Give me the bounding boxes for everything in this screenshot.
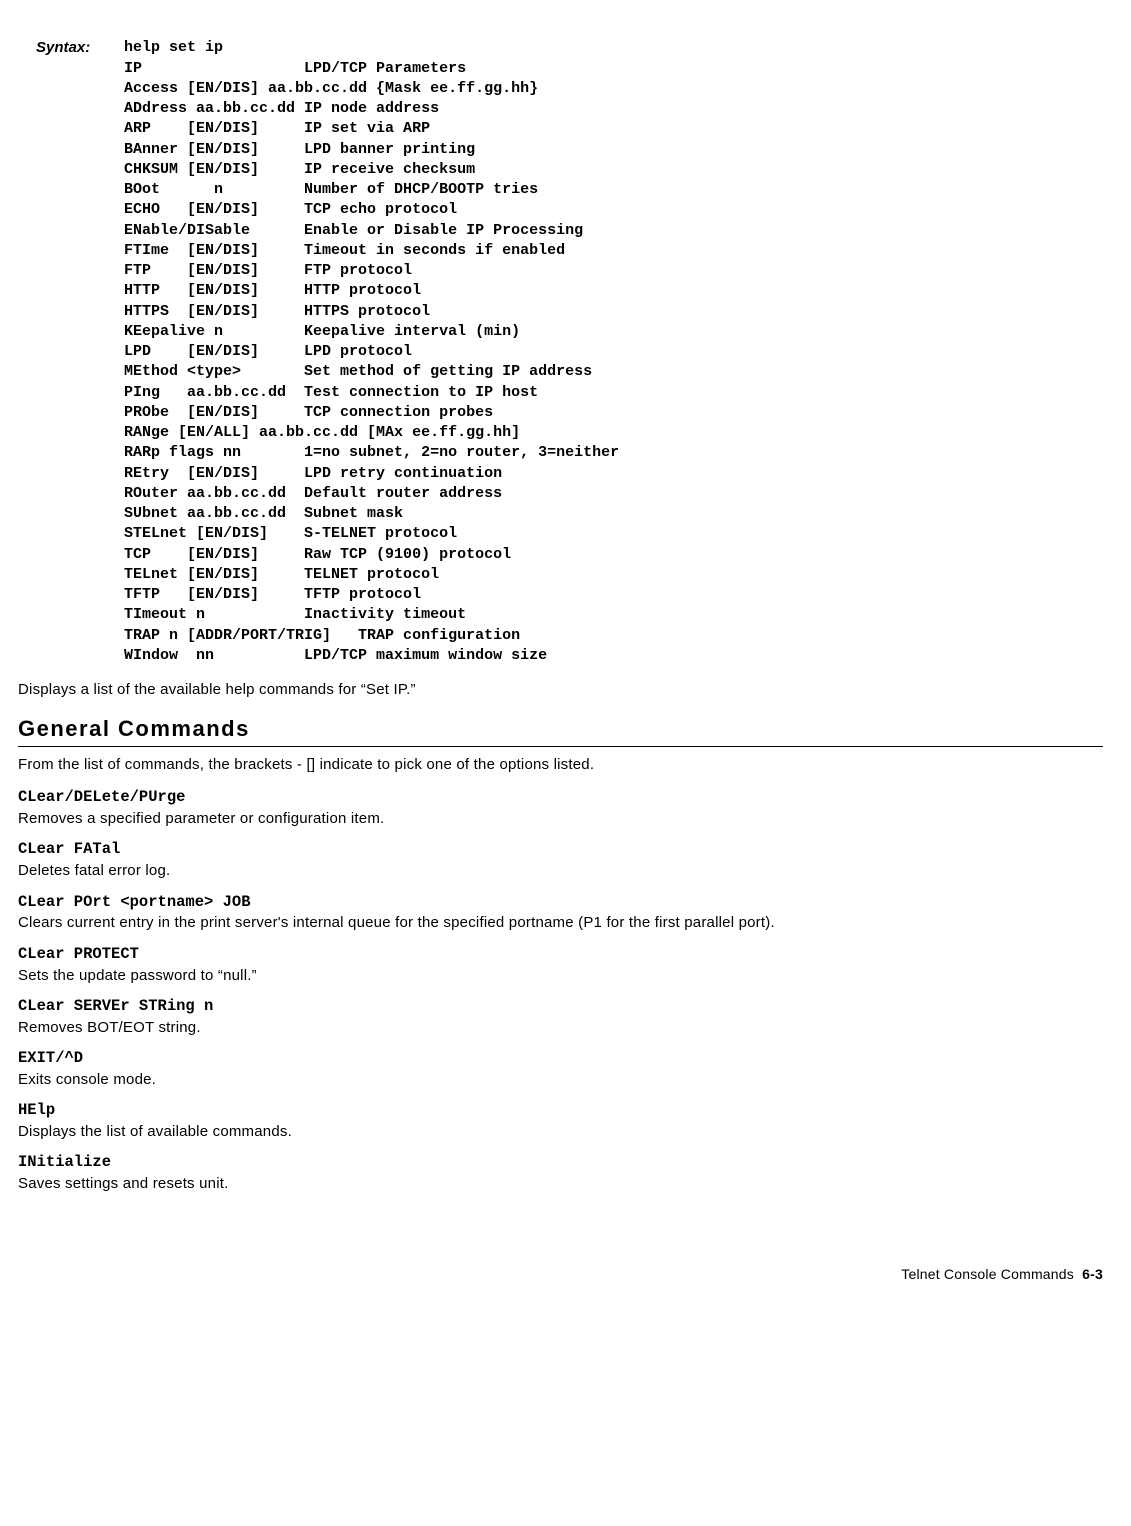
syntax-line: KEepalive n Keepalive interval (min) [124, 323, 520, 340]
syntax-line: TCP [EN/DIS] Raw TCP (9100) protocol [124, 546, 511, 563]
command-entry: CLear SERVEr STRing n Removes BOT/EOT st… [18, 996, 1103, 1038]
command-entry: INitialize Saves settings and resets uni… [18, 1152, 1103, 1194]
syntax-line: TFTP [EN/DIS] TFTP protocol [124, 586, 421, 603]
syntax-note: Displays a list of the available help co… [18, 680, 1103, 700]
section-heading-general-commands: General Commands [18, 714, 1103, 747]
command-name: CLear PROTECT [18, 944, 1103, 965]
syntax-line: ENable/DISable Enable or Disable IP Proc… [124, 222, 583, 239]
syntax-line: RARp flags nn 1=no subnet, 2=no router, … [124, 444, 619, 461]
syntax-line: TRAP n [ADDR/PORT/TRIG] TRAP configurati… [124, 627, 520, 644]
syntax-line: BOot n Number of DHCP/BOOTP tries [124, 181, 538, 198]
syntax-line: TImeout n Inactivity timeout [124, 606, 466, 623]
syntax-line: PRObe [EN/DIS] TCP connection probes [124, 404, 493, 421]
syntax-line: Access [EN/DIS] aa.bb.cc.dd {Mask ee.ff.… [124, 80, 538, 97]
syntax-line: IP LPD/TCP Parameters [124, 60, 466, 77]
syntax-line: FTP [EN/DIS] FTP protocol [124, 262, 412, 279]
command-entry: CLear POrt <portname> JOB Clears current… [18, 892, 1103, 934]
syntax-line: TELnet [EN/DIS] TELNET protocol [124, 566, 439, 583]
command-desc: Saves settings and resets unit. [18, 1174, 1103, 1194]
syntax-line: HTTPS [EN/DIS] HTTPS protocol [124, 303, 430, 320]
syntax-line: ARP [EN/DIS] IP set via ARP [124, 120, 430, 137]
command-desc: Removes BOT/EOT string. [18, 1018, 1103, 1038]
command-entry: CLear FATal Deletes fatal error log. [18, 839, 1103, 881]
syntax-line: PIng aa.bb.cc.dd Test connection to IP h… [124, 384, 538, 401]
syntax-line: RANge [EN/ALL] aa.bb.cc.dd [MAx ee.ff.gg… [124, 424, 520, 441]
footer-page-number: 6-3 [1082, 1266, 1103, 1282]
command-desc: Sets the update password to “null.” [18, 966, 1103, 986]
syntax-line: BAnner [EN/DIS] LPD banner printing [124, 141, 475, 158]
syntax-line: SUbnet aa.bb.cc.dd Subnet mask [124, 505, 403, 522]
command-entry: HElp Displays the list of available comm… [18, 1100, 1103, 1142]
command-name: EXIT/^D [18, 1048, 1103, 1069]
footer-text: Telnet Console Commands [901, 1266, 1074, 1282]
command-desc: Displays the list of available commands. [18, 1122, 1103, 1142]
syntax-content: help set ip IP LPD/TCP Parameters Access… [124, 38, 619, 666]
syntax-line: WIndow nn LPD/TCP maximum window size [124, 647, 547, 664]
syntax-command: help set ip [124, 39, 223, 56]
syntax-line: REtry [EN/DIS] LPD retry continuation [124, 465, 502, 482]
syntax-block: Syntax:help set ip IP LPD/TCP Parameters… [18, 18, 1103, 666]
command-name: CLear POrt <portname> JOB [18, 892, 1103, 913]
command-name: CLear/DELete/PUrge [18, 787, 1103, 808]
syntax-label: Syntax: [36, 38, 124, 58]
command-name: HElp [18, 1100, 1103, 1121]
syntax-line: LPD [EN/DIS] LPD protocol [124, 343, 412, 360]
command-name: CLear SERVEr STRing n [18, 996, 1103, 1017]
section-intro: From the list of commands, the brackets … [18, 755, 1103, 775]
command-desc: Clears current entry in the print server… [18, 913, 1103, 933]
syntax-line: ECHO [EN/DIS] TCP echo protocol [124, 201, 457, 218]
command-entry: CLear/DELete/PUrge Removes a specified p… [18, 787, 1103, 829]
command-name: INitialize [18, 1152, 1103, 1173]
syntax-line: CHKSUM [EN/DIS] IP receive checksum [124, 161, 475, 178]
syntax-line: ROuter aa.bb.cc.dd Default router addres… [124, 485, 502, 502]
page-footer: Telnet Console Commands 6-3 [18, 1265, 1103, 1284]
syntax-line: MEthod <type> Set method of getting IP a… [124, 363, 592, 380]
command-entry: CLear PROTECT Sets the update password t… [18, 944, 1103, 986]
syntax-line: HTTP [EN/DIS] HTTP protocol [124, 282, 421, 299]
syntax-line: FTIme [EN/DIS] Timeout in seconds if ena… [124, 242, 565, 259]
command-entry: EXIT/^D Exits console mode. [18, 1048, 1103, 1090]
command-desc: Deletes fatal error log. [18, 861, 1103, 881]
command-name: CLear FATal [18, 839, 1103, 860]
command-desc: Exits console mode. [18, 1070, 1103, 1090]
command-desc: Removes a specified parameter or configu… [18, 809, 1103, 829]
syntax-line: STELnet [EN/DIS] S-TELNET protocol [124, 525, 457, 542]
syntax-line: ADdress aa.bb.cc.dd IP node address [124, 100, 439, 117]
